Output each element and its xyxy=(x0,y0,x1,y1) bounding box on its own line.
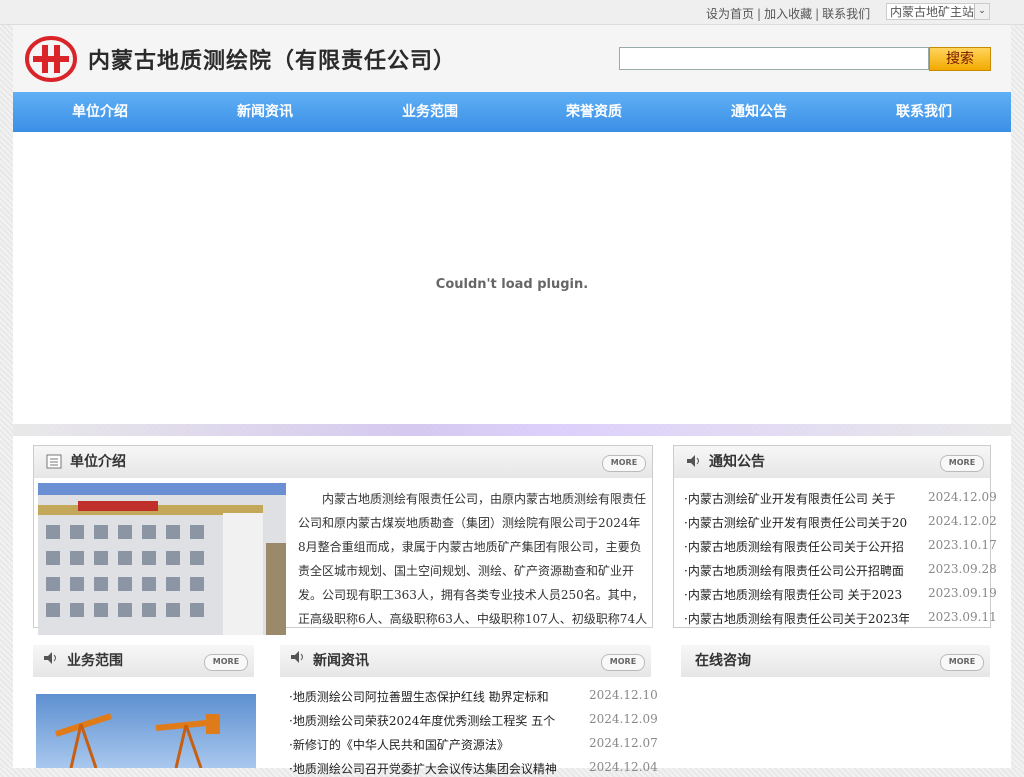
speaker-icon xyxy=(291,651,303,663)
scope-title: 业务范围 xyxy=(67,653,123,669)
main-nav: 单位介绍 新闻资讯 业务范围 荣誉资质 通知公告 联系我们 xyxy=(13,92,1011,132)
news-item-title[interactable]: ·地质测绘公司荣获2024年度优秀测绘工程奖 五个 xyxy=(289,712,579,729)
news-header: 新闻资讯 MORE xyxy=(280,645,651,677)
nav-news[interactable]: 新闻资讯 xyxy=(200,92,330,132)
nav-about[interactable]: 单位介绍 xyxy=(35,92,165,132)
contact-link[interactable]: 联系我们 xyxy=(822,7,870,21)
notice-item-date: 2023.09.19 xyxy=(928,586,997,600)
consult-title: 在线咨询 xyxy=(695,653,751,669)
business-scope-panel: 业务范围 MORE xyxy=(33,645,256,768)
notice-panel: 通知公告 MORE ·内蒙古测绘矿业开发有限责任公司 关于 2024.12.09 … xyxy=(673,445,997,628)
notice-item-date: 2024.12.02 xyxy=(928,514,997,528)
news-item-date: 2024.12.09 xyxy=(589,712,658,726)
about-header: 单位介绍 MORE xyxy=(34,446,652,478)
notice-item-title[interactable]: ·内蒙古测绘矿业开发有限责任公司关于20 xyxy=(684,514,909,531)
news-item-date: 2024.12.10 xyxy=(589,688,658,702)
about-panel: 单位介绍 MORE 内蒙古地质测绘有限责任公司，由原内蒙古地质测绘有限责任公司和… xyxy=(33,445,653,635)
notice-header: 通知公告 MORE xyxy=(674,446,990,478)
notice-item-title[interactable]: ·内蒙古测绘矿业开发有限责任公司 关于 xyxy=(684,490,909,507)
notice-more-button[interactable]: MORE xyxy=(940,455,984,472)
header: 内蒙古地质测绘院（有限责任公司） 搜索 xyxy=(13,25,1011,92)
speaker-icon xyxy=(687,455,699,467)
site-name: 内蒙古地质测绘院（有限责任公司） xyxy=(88,49,457,74)
speaker-icon xyxy=(44,652,56,664)
notice-item-date: 2024.12.09 xyxy=(928,490,997,504)
news-title: 新闻资讯 xyxy=(313,653,369,669)
nav-notice[interactable]: 通知公告 xyxy=(694,92,824,132)
about-more-button[interactable]: MORE xyxy=(602,455,646,472)
news-item-title[interactable]: ·新修订的《中华人民共和国矿产资源法》 xyxy=(289,736,579,753)
news-item-title[interactable]: ·地质测绘公司阿拉善盟生态保护红线 勘界定标和 xyxy=(289,688,579,705)
top-bar: 设为首页 | 加入收藏 | 联系我们 内蒙古地矿主站 ⌄ xyxy=(0,0,1024,25)
oil-pump-photo xyxy=(36,694,256,768)
nav-honors[interactable]: 荣誉资质 xyxy=(529,92,659,132)
news-item-date: 2024.12.07 xyxy=(589,736,658,750)
chevron-down-icon: ⌄ xyxy=(974,4,989,19)
scope-header: 业务范围 MORE xyxy=(33,645,254,677)
plugin-error: Couldn't load plugin. xyxy=(435,277,589,292)
scope-more-button[interactable]: MORE xyxy=(204,654,248,671)
search-input[interactable] xyxy=(619,47,929,70)
notice-title: 通知公告 xyxy=(709,454,765,470)
search-button[interactable]: 搜索 xyxy=(929,47,991,71)
document-icon xyxy=(46,454,62,469)
add-favorite-link[interactable]: 加入收藏 xyxy=(764,7,812,21)
about-title: 单位介绍 xyxy=(70,454,126,470)
company-logo xyxy=(25,36,77,82)
decorative-divider xyxy=(13,424,1011,436)
site-select-value: 内蒙古地矿主站 xyxy=(890,5,975,19)
news-item-title[interactable]: ·地质测绘公司召开党委扩大会议传达集团会议精神 xyxy=(289,760,579,777)
notice-item-title[interactable]: ·内蒙古地质测绘有限责任公司 关于2023 xyxy=(684,586,909,603)
news-more-button[interactable]: MORE xyxy=(601,654,645,671)
banner-plugin: Couldn't load plugin. xyxy=(13,132,1011,424)
site-select[interactable]: 内蒙古地矿主站 ⌄ xyxy=(886,3,990,20)
set-homepage-link[interactable]: 设为首页 xyxy=(706,7,754,21)
notice-item-date: 2023.10.17 xyxy=(928,538,997,552)
news-panel: 新闻资讯 MORE ·地质测绘公司阿拉善盟生态保护红线 勘界定标和 2024.12… xyxy=(280,645,658,776)
consult-more-button[interactable]: MORE xyxy=(940,654,984,671)
top-links: 设为首页 | 加入收藏 | 联系我们 xyxy=(706,7,871,21)
building-photo xyxy=(38,483,286,635)
notice-item-title[interactable]: ·内蒙古地质测绘有限责任公司公开招聘面 xyxy=(684,562,909,579)
notice-item-date: 2023.09.11 xyxy=(928,610,997,624)
notice-item-date: 2023.09.28 xyxy=(928,562,997,576)
nav-business[interactable]: 业务范围 xyxy=(365,92,495,132)
notice-item-title[interactable]: ·内蒙古地质测绘有限责任公司关于2023年 xyxy=(684,610,909,627)
online-consult-panel: 在线咨询 MORE xyxy=(681,645,990,768)
consult-header: 在线咨询 MORE xyxy=(681,645,990,677)
building-illustration xyxy=(38,495,286,635)
news-item-date: 2024.12.04 xyxy=(589,760,658,774)
nav-contact[interactable]: 联系我们 xyxy=(859,92,989,132)
about-text: 内蒙古地质测绘有限责任公司，由原内蒙古地质测绘有限责任公司和原内蒙古煤炭地质勘查… xyxy=(298,492,648,626)
notice-item-title[interactable]: ·内蒙古地质测绘有限责任公司关于公开招 xyxy=(684,538,909,555)
